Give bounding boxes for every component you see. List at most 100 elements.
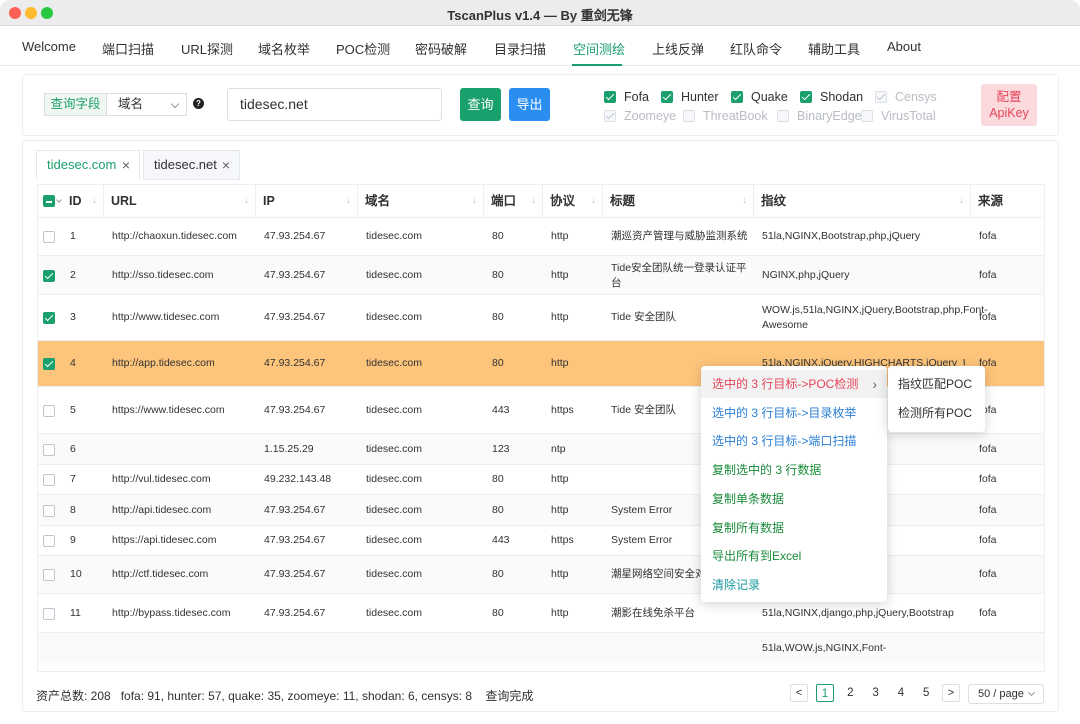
table-row[interactable]: 3 http://www.tidesec.com 47.93.254.67 tides…: [38, 294, 1044, 340]
sort-arrow-icon[interactable]: ↓: [959, 185, 964, 217]
context-menu-item[interactable]: 复制单条数据: [701, 485, 887, 513]
help-icon[interactable]: ?: [193, 98, 204, 109]
page-number[interactable]: 1: [816, 684, 834, 702]
row-checkbox[interactable]: [43, 269, 55, 282]
chevron-right-icon: ›: [872, 376, 877, 392]
context-menu-item[interactable]: 选中的 3 行目标->POC检测 ›: [701, 370, 887, 398]
window-title: TscanPlus v1.4 — By 重剑无锋: [447, 8, 633, 23]
query-button[interactable]: 查询: [460, 88, 501, 121]
table-row[interactable]: 6 1.15.25.29 tidesec.com 123 ntp fofa: [38, 433, 1044, 464]
page-number[interactable]: 3: [867, 684, 885, 702]
context-menu-item[interactable]: 选中的 3 行目标->目录枚举: [701, 399, 887, 427]
row-checkbox[interactable]: [43, 443, 55, 456]
page-number[interactable]: 4: [892, 684, 910, 702]
row-checkbox[interactable]: [43, 569, 55, 581]
sort-arrow-icon[interactable]: ↓: [92, 185, 97, 217]
tab-tidesec-com[interactable]: tidesec.com ×: [36, 150, 140, 180]
query-field-select[interactable]: 域名: [106, 93, 187, 116]
table-row[interactable]: 7 http://vul.tidesec.com 49.232.143.48 tide…: [38, 464, 1044, 494]
submenu-item[interactable]: 指纹匹配POC: [888, 370, 985, 398]
export-button[interactable]: 导出: [509, 88, 550, 121]
menu-item[interactable]: 域名枚举: [258, 39, 310, 58]
page-number[interactable]: 2: [841, 684, 859, 702]
column-header[interactable]: ID ↓: [69, 185, 104, 217]
sort-arrow-icon[interactable]: ↓: [244, 185, 249, 217]
query-input[interactable]: tidesec.net: [227, 88, 442, 121]
submenu-item[interactable]: 检测所有POC: [888, 399, 985, 427]
column-header[interactable]: 标题 ↓: [610, 185, 754, 217]
cell-ip: 47.93.254.67: [264, 268, 326, 281]
cell-domain: tidesec.com: [366, 606, 423, 619]
config-apikey-line1: 配置: [996, 90, 1022, 104]
sort-arrow-icon[interactable]: ↓: [591, 185, 596, 217]
menu-item[interactable]: 密码破解: [415, 39, 467, 58]
tab-tidesec-net[interactable]: tidesec.net ×: [143, 150, 240, 180]
close-icon[interactable]: ×: [222, 151, 230, 179]
menu-item[interactable]: URL探测: [181, 39, 233, 58]
cell-fp: 51la,NGINX,django,php,jQuery,Bootstrap: [762, 606, 954, 619]
context-menu-item[interactable]: 复制选中的 3 行数据: [701, 456, 887, 484]
cell-id: 6: [70, 442, 76, 455]
context-menu-item[interactable]: 选中的 3 行目标->端口扫描: [701, 427, 887, 455]
row-checkbox[interactable]: [43, 312, 55, 324]
sort-arrow-icon[interactable]: ↓: [472, 185, 477, 217]
select-all-checkbox[interactable]: [43, 195, 55, 207]
engine-checkbox[interactable]: [661, 91, 673, 103]
engine-checkbox[interactable]: [800, 91, 812, 103]
context-menu-item[interactable]: 导出所有到Excel: [701, 542, 887, 570]
menu-item[interactable]: 空间测绘: [573, 39, 625, 58]
column-header[interactable]: IP ↓: [263, 185, 358, 217]
cell-url: http://app.tidesec.com: [112, 357, 215, 369]
menu-item[interactable]: 上线反弹: [652, 39, 704, 58]
menu-item[interactable]: 辅助工具: [808, 39, 860, 58]
prev-page-button[interactable]: <: [790, 684, 808, 702]
cell-ip: 49.232.143.48: [264, 473, 332, 485]
context-menu-item[interactable]: 复制所有数据: [701, 514, 887, 542]
sort-arrow-icon[interactable]: ↓: [742, 185, 747, 217]
column-header-label: 协议: [550, 194, 576, 208]
menu-item[interactable]: 红队命令: [730, 39, 782, 58]
table-row[interactable]: 2 http://sso.tidesec.com 47.93.254.67 tides…: [38, 255, 1044, 294]
context-menu-item[interactable]: 清除记录: [701, 571, 887, 599]
select-all-chevron-icon[interactable]: [56, 197, 62, 203]
engine-checkbox[interactable]: [731, 91, 743, 103]
row-checkbox[interactable]: [43, 358, 55, 370]
table-row[interactable]: 10 http://ctf.tidesec.com 47.93.254.67 tide…: [38, 555, 1044, 593]
menu-item[interactable]: About: [887, 39, 921, 54]
table-row[interactable]: 51la,WOW.js,NGINX,Font-: [38, 632, 1044, 663]
table-row[interactable]: 1 http://chaoxun.tidesec.com 47.93.254.67 t…: [38, 217, 1044, 255]
page-size-select[interactable]: 50 / page: [968, 684, 1044, 704]
cell-port: 80: [492, 568, 504, 580]
row-checkbox[interactable]: [43, 231, 55, 243]
cell-title: Tide安全团队统一登录认证平台: [611, 261, 747, 289]
engine-checkbox[interactable]: [604, 91, 616, 103]
column-header-label: ID: [69, 194, 82, 208]
column-header[interactable]: 域名 ↓: [365, 185, 484, 217]
sort-arrow-icon[interactable]: ↓: [531, 185, 536, 217]
row-checkbox[interactable]: [43, 607, 55, 620]
close-icon[interactable]: ×: [122, 151, 130, 179]
cell-src: fofa: [979, 503, 997, 516]
table-row[interactable]: 11 http://bypass.tidesec.com 47.93.254.67 t…: [38, 593, 1044, 632]
column-header[interactable]: 端口 ↓: [491, 185, 543, 217]
row-checkbox[interactable]: [43, 504, 55, 517]
menu-item[interactable]: POC检测: [336, 39, 390, 58]
engine-label: Zoomeye: [624, 109, 677, 123]
column-header[interactable]: 协议 ↓: [550, 185, 603, 217]
column-header[interactable]: URL ↓: [111, 185, 256, 217]
cell-ip: 47.93.254.67: [264, 357, 326, 369]
row-checkbox[interactable]: [43, 535, 55, 547]
column-header[interactable]: 指纹 ↓: [761, 185, 971, 217]
next-page-button[interactable]: >: [942, 684, 960, 702]
table-row[interactable]: 8 http://api.tidesec.com 47.93.254.67 tides…: [38, 494, 1044, 525]
row-checkbox[interactable]: [43, 404, 55, 417]
row-checkbox[interactable]: [43, 474, 55, 486]
menu-item[interactable]: Welcome: [22, 39, 76, 54]
column-header[interactable]: 来源: [978, 185, 1044, 217]
menu-item[interactable]: 端口扫描: [102, 39, 154, 58]
menu-item[interactable]: 目录扫描: [494, 39, 546, 58]
table-row[interactable]: 9 https://api.tidesec.com 47.93.254.67 tide…: [38, 525, 1044, 555]
page-number[interactable]: 5: [917, 684, 935, 702]
sort-arrow-icon[interactable]: ↓: [346, 185, 351, 217]
config-apikey-button[interactable]: 配置 ApiKey: [981, 84, 1037, 126]
